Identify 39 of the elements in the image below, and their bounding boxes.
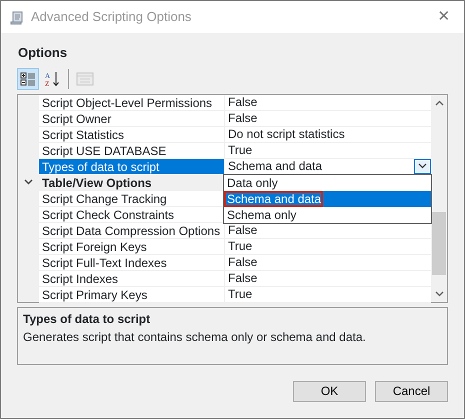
- collapse-chevron-icon[interactable]: [24, 179, 33, 186]
- property-name[interactable]: Script Foreign Keys: [39, 238, 224, 254]
- scrollbar[interactable]: [431, 94, 447, 302]
- property-name[interactable]: Script Statistics: [39, 126, 224, 142]
- description-text: Generates script that contains schema only or schema and data.: [23, 328, 367, 346]
- property-value[interactable]: False: [228, 94, 258, 110]
- scroll-down-icon[interactable]: [434, 290, 444, 296]
- scrollbar-thumb[interactable]: [432, 212, 446, 274]
- property-name[interactable]: Script Full-Text Indexes: [39, 254, 224, 270]
- dropdown-option[interactable]: Schema only: [224, 206, 431, 222]
- property-value[interactable]: False: [228, 270, 258, 286]
- property-value[interactable]: Schema and data: [228, 158, 322, 174]
- window-title: Advanced Scripting Options: [31, 8, 192, 26]
- property-value[interactable]: True: [228, 142, 252, 158]
- property-name[interactable]: Script Owner: [39, 110, 224, 126]
- property-name[interactable]: Script Indexes: [39, 270, 224, 286]
- property-name[interactable]: Script Primary Keys: [39, 286, 224, 302]
- description-title: Types of data to script: [23, 310, 152, 328]
- ok-button[interactable]: OK: [293, 380, 366, 402]
- dropdown-button[interactable]: [414, 158, 431, 174]
- property-name[interactable]: Script Object-Level Permissions: [39, 94, 224, 110]
- scroll-icon: [10, 10, 25, 24]
- property-value[interactable]: True: [228, 238, 252, 254]
- dropdown-option[interactable]: Data only: [224, 174, 431, 190]
- property-value[interactable]: False: [228, 110, 258, 126]
- property-name[interactable]: Types of data to script: [39, 158, 224, 174]
- categorized-view-icon[interactable]: [17, 68, 39, 90]
- property-value[interactable]: Do not script statistics: [228, 126, 345, 142]
- section-title: Options: [18, 44, 68, 62]
- property-value[interactable]: False: [228, 222, 258, 238]
- close-button[interactable]: ✕: [424, 1, 464, 33]
- caret-icon[interactable]: [418, 163, 427, 169]
- property-value[interactable]: True: [228, 286, 252, 302]
- category-label[interactable]: Table/View Options: [39, 174, 224, 190]
- property-value[interactable]: False: [228, 254, 258, 270]
- scroll-up-icon[interactable]: [434, 100, 444, 106]
- dropdown-option[interactable]: Schema and data: [224, 190, 324, 206]
- property-name[interactable]: Script Data Compression Options: [39, 222, 224, 238]
- cancel-button[interactable]: Cancel: [375, 380, 448, 402]
